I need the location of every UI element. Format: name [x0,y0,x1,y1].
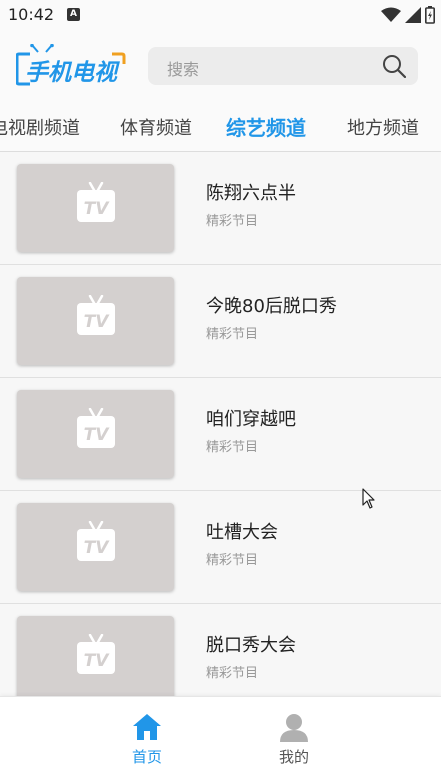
search-icon[interactable] [382,54,406,78]
tab-sports[interactable]: 体育频道 [120,114,192,140]
program-thumbnail: TV [17,616,174,696]
program-thumbnail: TV [17,503,174,591]
program-thumbnail: TV [17,390,174,478]
nav-home[interactable]: 首页 [107,711,187,767]
logo-text: 手机电视 [25,60,120,86]
tab-local[interactable]: 地方频道 [347,114,419,140]
signal-icon [405,7,421,23]
nav-mine[interactable]: 我的 [254,711,334,767]
home-icon [133,714,161,740]
tv-icon: TV [77,521,115,561]
bottom-nav: 首页 我的 [0,696,441,784]
status-time: 10:42 [8,5,55,24]
tab-variety[interactable]: 综艺频道 [226,112,306,141]
battery-icon [425,6,435,24]
list-item[interactable]: TV 咱们穿越吧 精彩节目 [0,378,441,491]
notification-a-icon: A [67,8,80,21]
tv-icon: TV [77,182,115,222]
tv-icon: TV [77,408,115,448]
list-item[interactable]: TV 脱口秀大会 精彩节目 [0,604,441,696]
program-title: 陈翔六点半 [206,183,296,204]
nav-mine-label: 我的 [278,748,309,766]
list-item[interactable]: TV 陈翔六点半 精彩节目 [0,152,441,265]
program-list: TV 陈翔六点半 精彩节目 TV 今晚80后脱口秀 精彩节目 TV 咱们穿越吧 … [0,152,441,696]
tv-icon: TV [77,295,115,335]
svg-text:TV: TV [84,199,111,219]
program-subtitle: 精彩节目 [206,214,259,229]
svg-text:TV: TV [84,425,111,445]
program-thumbnail: TV [17,277,174,365]
program-subtitle: 精彩节目 [206,440,259,455]
status-bar: 10:42 A [0,0,441,30]
person-icon [280,714,308,742]
program-thumbnail: TV [17,164,174,252]
program-title: 咱们穿越吧 [206,409,296,430]
tab-tv-series[interactable]: 电视剧频道 [0,114,80,140]
program-subtitle: 精彩节目 [206,327,259,342]
program-title: 今晚80后脱口秀 [206,296,337,317]
app-header: 手机电视 搜索 [0,30,441,102]
wifi-icon [381,7,401,22]
tv-icon: TV [77,634,115,674]
search-input[interactable]: 搜索 [167,56,199,80]
program-subtitle: 精彩节目 [206,553,259,568]
list-item[interactable]: TV 今晚80后脱口秀 精彩节目 [0,265,441,378]
mouse-cursor-icon [362,488,375,509]
nav-home-label: 首页 [131,748,162,766]
svg-text:TV: TV [84,538,111,558]
channel-tabs: 电视剧频道 体育频道 综艺频道 地方频道 [0,102,441,152]
app-logo: 手机电视 [15,43,128,88]
program-title: 吐槽大会 [206,522,278,543]
svg-text:TV: TV [84,312,111,332]
svg-text:TV: TV [84,651,111,671]
system-icons [381,5,435,25]
program-subtitle: 精彩节目 [206,666,259,681]
program-title: 脱口秀大会 [206,635,296,656]
search-bar[interactable]: 搜索 [148,47,418,85]
